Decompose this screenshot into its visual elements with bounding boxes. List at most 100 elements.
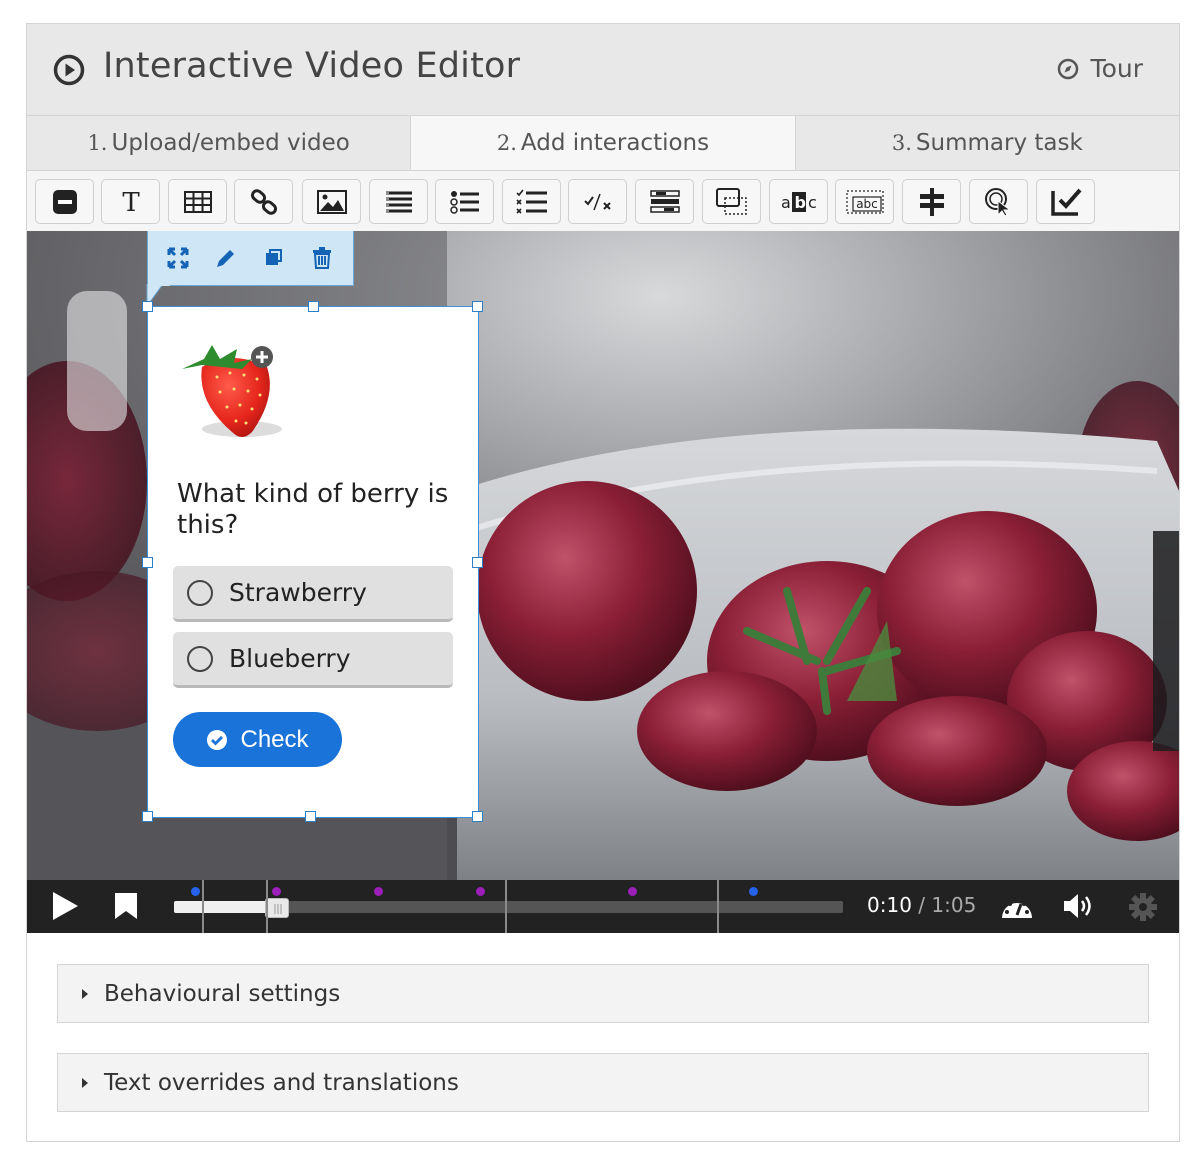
- answer-option-strawberry[interactable]: Strawberry: [173, 566, 453, 622]
- bookmark-icon[interactable]: [114, 892, 138, 920]
- resize-handle[interactable]: [472, 301, 483, 312]
- time-display: 0:10 / 1:05: [867, 893, 976, 917]
- true-false-tool-button[interactable]: [568, 179, 627, 224]
- answer-label: Blueberry: [229, 644, 351, 673]
- drag-text-icon: [715, 187, 747, 215]
- playback-speed-icon[interactable]: [999, 892, 1035, 922]
- player-controls: 0:10 / 1:05: [27, 880, 1179, 933]
- mark-the-words-icon: abc: [781, 191, 817, 212]
- delete-button[interactable]: [310, 246, 334, 270]
- radio-icon: [187, 579, 213, 606]
- compass-icon: [1057, 58, 1078, 79]
- multiple-choice-interaction[interactable]: What kind of berry is this? Strawberry B…: [142, 301, 483, 822]
- bring-to-front-button[interactable]: [262, 246, 286, 270]
- drag-text-tool-button[interactable]: [702, 179, 761, 224]
- interaction-marker[interactable]: [190, 887, 200, 896]
- video-stage[interactable]: What kind of berry is this? Strawberry B…: [27, 231, 1179, 880]
- tab-label: Summary task: [915, 130, 1083, 156]
- current-time: 0:10: [867, 893, 912, 917]
- play-circle-icon: [53, 54, 85, 86]
- interaction-marker[interactable]: [749, 887, 759, 896]
- label-icon: [52, 189, 77, 214]
- fullscreen-icon: [167, 247, 189, 268]
- check-button[interactable]: Check: [173, 712, 342, 767]
- resize-handle[interactable]: [142, 301, 153, 312]
- text-tool-button[interactable]: T: [101, 179, 160, 224]
- section-label: Text overrides and translations: [104, 1069, 459, 1096]
- table-tool-button[interactable]: [168, 179, 227, 224]
- edit-button[interactable]: [214, 246, 238, 270]
- check-circle-icon: [207, 729, 228, 750]
- tab-upload-embed-video[interactable]: 1. Upload/embed video: [27, 116, 412, 170]
- editor-header: Interactive Video Editor Tour: [27, 24, 1179, 116]
- grip-icon: [274, 904, 282, 914]
- bookmark-tick[interactable]: [265, 880, 268, 933]
- total-time: 1:05: [931, 893, 977, 917]
- time-separator: /: [911, 893, 932, 917]
- interactions-toolbar: T abc abc: [27, 171, 1179, 231]
- svg-text:T: T: [122, 189, 140, 215]
- section-label: Behavioural settings: [104, 980, 341, 1007]
- tab-number: 2.: [496, 131, 517, 155]
- settings-gear-icon[interactable]: [1128, 892, 1158, 922]
- resize-handle[interactable]: [308, 301, 319, 312]
- tab-label: Upload/embed video: [111, 130, 350, 156]
- free-text-question-tool-button[interactable]: [1036, 179, 1095, 224]
- svg-text:b: b: [794, 193, 805, 212]
- interaction-context-toolbar: [147, 231, 354, 286]
- text-overrides-section[interactable]: Text overrides and translations: [57, 1053, 1149, 1112]
- link-tool-button[interactable]: [234, 179, 293, 224]
- seek-progress: [174, 901, 278, 913]
- navigation-hotspot-tool-button[interactable]: [969, 179, 1028, 224]
- answer-label: Strawberry: [229, 578, 367, 607]
- tour-label: Tour: [1090, 54, 1143, 83]
- bookmark-tick[interactable]: [505, 880, 508, 933]
- multiple-choice-tool-button[interactable]: [502, 179, 561, 224]
- bookmark-tick[interactable]: [717, 880, 720, 933]
- fill-in-the-blanks-tool-button[interactable]: abc: [835, 179, 894, 224]
- svg-text:abc: abc: [856, 197, 878, 211]
- crossroads-tool-button[interactable]: [902, 179, 961, 224]
- bring-to-front-icon: [266, 248, 282, 265]
- behavioural-settings-section[interactable]: Behavioural settings: [57, 964, 1149, 1023]
- resize-handle[interactable]: [142, 811, 153, 822]
- tab-number: 3.: [891, 131, 912, 155]
- delete-icon: [313, 246, 331, 269]
- mark-the-words-tool-button[interactable]: abc: [769, 179, 828, 224]
- interaction-marker[interactable]: [374, 887, 384, 896]
- answer-option-blueberry[interactable]: Blueberry: [173, 632, 453, 688]
- seek-handle[interactable]: [265, 898, 290, 918]
- seek-bar[interactable]: [174, 898, 843, 918]
- question-text: What kind of berry is this?: [177, 479, 449, 540]
- single-choice-set-icon: [449, 190, 479, 214]
- single-choice-set-tool-button[interactable]: [435, 179, 494, 224]
- image-icon: [316, 189, 347, 214]
- link-icon: [250, 188, 277, 215]
- resize-handle[interactable]: [472, 811, 483, 822]
- free-text-question-icon: [1050, 188, 1082, 216]
- interaction-marker[interactable]: [272, 887, 282, 896]
- svg-text:a: a: [781, 193, 791, 212]
- interaction-marker[interactable]: [475, 887, 485, 896]
- image-tool-button[interactable]: [302, 179, 361, 224]
- play-icon[interactable]: [51, 891, 79, 921]
- tab-number: 1.: [87, 131, 108, 155]
- fullscreen-button[interactable]: [166, 246, 190, 270]
- svg-text:c: c: [808, 193, 817, 212]
- drag-and-drop-tool-button[interactable]: [635, 179, 694, 224]
- label-tool-button[interactable]: [35, 179, 94, 224]
- resize-handle[interactable]: [305, 811, 316, 822]
- tab-summary-task[interactable]: 3. Summary task: [795, 116, 1179, 170]
- table-icon: [183, 190, 212, 213]
- resize-handle[interactable]: [142, 557, 153, 568]
- tour-button[interactable]: Tour: [1057, 54, 1143, 83]
- tab-label: Add interactions: [520, 130, 710, 156]
- radio-icon: [187, 645, 213, 672]
- interaction-marker[interactable]: [627, 887, 637, 896]
- tab-add-interactions[interactable]: 2. Add interactions: [411, 116, 796, 170]
- statements-tool-button[interactable]: [369, 179, 428, 224]
- resize-handle[interactable]: [472, 557, 483, 568]
- volume-icon[interactable]: [1062, 892, 1096, 920]
- true-false-icon: [583, 193, 611, 210]
- bookmark-tick[interactable]: [202, 880, 205, 933]
